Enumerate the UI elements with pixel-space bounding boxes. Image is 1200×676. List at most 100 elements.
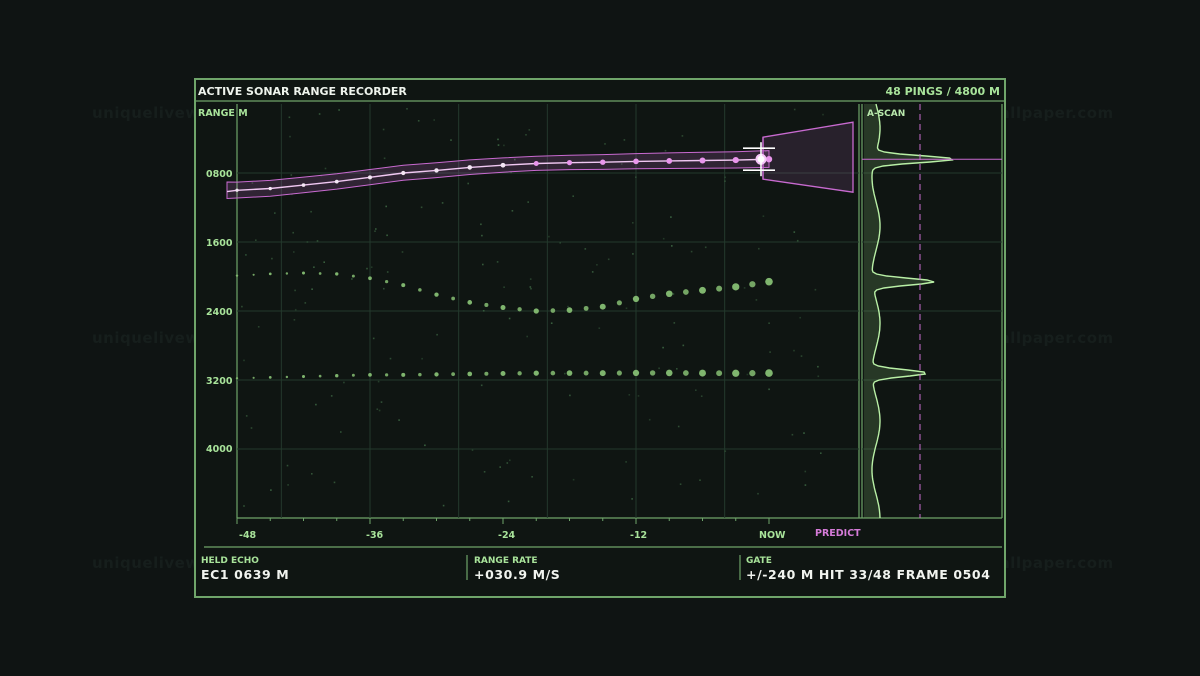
range-rate-value: +030.9 M/S: [474, 567, 561, 582]
echo-point: [368, 276, 372, 281]
noise-speck: [311, 288, 313, 290]
noise-speck: [481, 234, 483, 237]
noise-speck: [596, 264, 598, 266]
noise-speck: [628, 394, 631, 396]
echo-point: [500, 305, 506, 311]
noise-speck: [366, 267, 368, 270]
echo-point: [434, 372, 439, 377]
a-scan-label: A-SCAN: [867, 109, 906, 119]
noise-speck: [421, 357, 423, 360]
noise-speck: [374, 230, 376, 232]
tracked-echo-point: [600, 159, 606, 165]
noise-speck: [799, 316, 801, 319]
noise-speck: [817, 365, 819, 368]
echo-point: [732, 369, 740, 377]
noise-speck: [804, 470, 807, 473]
tracked-echo-point: [467, 165, 473, 170]
noise-speck: [822, 113, 824, 116]
echo-point: [335, 373, 339, 378]
noise-speck: [508, 317, 511, 320]
noise-speck: [372, 337, 375, 340]
noise-speck: [637, 395, 640, 397]
noise-speck: [511, 210, 514, 212]
noise-speck: [746, 373, 749, 376]
noise-speck: [569, 394, 571, 397]
noise-speck: [340, 431, 342, 433]
echo-point: [335, 272, 339, 276]
echo-point: [716, 370, 723, 377]
x-tick-label: NOW: [759, 530, 786, 541]
echo-point: [252, 273, 255, 276]
echo-point: [699, 369, 706, 377]
noise-speck: [507, 500, 510, 503]
noise-speck: [559, 242, 561, 244]
noise-speck: [389, 357, 392, 360]
echo-point: [252, 376, 255, 379]
echo-point: [583, 370, 589, 376]
echo-point: [716, 285, 723, 292]
noise-speck: [294, 289, 296, 292]
noise-speck: [420, 206, 423, 209]
noise-speck: [243, 505, 245, 507]
noise-speck: [294, 308, 297, 311]
noise-speck: [607, 258, 610, 261]
echo-point: [599, 370, 606, 377]
tracked-echo-point: [566, 160, 573, 166]
noise-speck: [467, 182, 469, 185]
noise-speck: [401, 251, 404, 253]
noise-speck: [662, 237, 665, 240]
noise-speck: [724, 180, 726, 182]
noise-speck: [768, 322, 770, 324]
x-tick-label: -48: [239, 530, 257, 541]
noise-speck: [483, 471, 486, 473]
predict-label: PREDICT: [815, 528, 861, 539]
noise-speck: [800, 355, 803, 357]
noise-speck: [662, 346, 664, 349]
noise-speck: [417, 120, 420, 122]
echo-point: [616, 370, 622, 376]
tracked-echo-point: [301, 183, 306, 187]
echo-point: [749, 281, 756, 288]
noise-speck: [804, 484, 807, 486]
noise-speck: [724, 176, 726, 179]
echo-point: [550, 370, 556, 376]
noise-speck: [631, 498, 633, 500]
noise-speck: [591, 271, 594, 273]
noise-speck: [433, 119, 435, 121]
echo-point: [665, 369, 673, 377]
tracked-echo-point: [334, 179, 339, 184]
noise-speck: [471, 449, 474, 451]
echo-point: [301, 375, 306, 379]
sonar-panel: ACTIVE SONAR RANGE RECORDER 48 PINGS / 4…: [194, 78, 1006, 598]
noise-speck: [323, 261, 325, 263]
noise-speck: [664, 149, 667, 152]
noise-speck: [677, 425, 680, 428]
echo-point: [732, 283, 740, 291]
noise-speck: [241, 305, 243, 308]
noise-speck: [704, 246, 707, 249]
noise-speck: [548, 235, 550, 238]
echo-point: [765, 277, 773, 286]
y-tick-label: 0800: [206, 169, 233, 180]
echo-point: [632, 295, 640, 303]
noise-speck: [316, 240, 319, 242]
noise-speck: [311, 473, 313, 475]
noise-speck: [796, 239, 799, 242]
echo-point: [484, 302, 489, 307]
echo-point: [434, 292, 439, 297]
noise-speck: [567, 305, 569, 308]
noise-speck: [509, 459, 511, 462]
y-tick-label: 4000: [206, 444, 233, 455]
echo-point: [351, 274, 355, 278]
noise-speck: [503, 144, 505, 147]
noise-speck: [625, 461, 627, 463]
noise-speck: [598, 327, 601, 329]
noise-speck: [293, 251, 295, 253]
noise-speck: [743, 287, 746, 289]
tracked-echo-point: [732, 156, 739, 164]
noise-speck: [318, 113, 321, 115]
noise-speck: [503, 286, 505, 288]
held-echo-label: HELD ECHO: [201, 556, 259, 566]
echo-point: [318, 272, 322, 275]
noise-speck: [333, 481, 336, 484]
